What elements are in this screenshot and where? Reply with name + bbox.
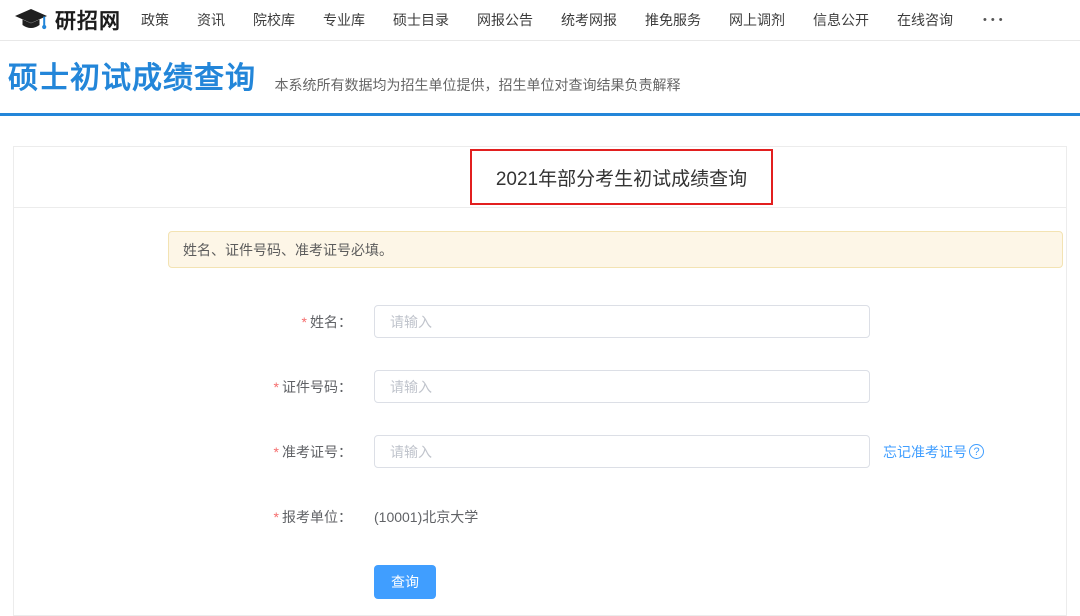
form-row-id-number: *证件号码： <box>14 370 1066 403</box>
question-mark-icon[interactable]: ? <box>969 444 984 459</box>
panel-title: 2021年部分考生初试成绩查询 <box>496 164 747 191</box>
query-form: *姓名： *证件号码： *准考证号： 忘记准考证号? *报考单位： (10001… <box>14 305 1066 598</box>
form-row-admission-ticket: *准考证号： 忘记准考证号? <box>14 435 1066 468</box>
annotation-highlight-box: 2021年部分考生初试成绩查询 <box>470 149 773 205</box>
admission-ticket-input[interactable] <box>374 435 870 468</box>
nav-item-registration-notice[interactable]: 网报公告 <box>477 10 533 30</box>
site-logo[interactable]: 研招网 <box>14 5 121 35</box>
admission-ticket-label: *准考证号： <box>168 442 352 462</box>
required-asterisk: * <box>274 444 279 460</box>
report-unit-label: *报考单位： <box>168 507 352 527</box>
nav-item-info-disclosure[interactable]: 信息公开 <box>813 10 869 30</box>
query-panel: 2021年部分考生初试成绩查询 姓名、证件号码、准考证号必填。 *姓名： *证件… <box>13 146 1067 616</box>
notice-text: 姓名、证件号码、准考证号必填。 <box>183 240 393 260</box>
panel-header: 2021年部分考生初试成绩查询 <box>14 147 1066 208</box>
report-unit-value: (10001)北京大学 <box>374 507 478 527</box>
nav-item-unified-exam-registration[interactable]: 统考网报 <box>561 10 617 30</box>
name-label: *姓名： <box>168 312 352 332</box>
nav-item-online-adjustment[interactable]: 网上调剂 <box>729 10 785 30</box>
required-asterisk: * <box>302 314 307 330</box>
query-button[interactable]: 查询 <box>374 565 436 599</box>
nav-item-college-library[interactable]: 院校库 <box>253 10 295 30</box>
nav-item-exemption-service[interactable]: 推免服务 <box>645 10 701 30</box>
form-row-submit: 查询 <box>14 565 1066 598</box>
top-navigation-bar: 研招网 政策 资讯 院校库 专业库 硕士目录 网报公告 统考网报 推免服务 网上… <box>0 0 1080 41</box>
required-asterisk: * <box>274 509 279 525</box>
form-row-name: *姓名： <box>14 305 1066 338</box>
page-header: 硕士初试成绩查询 本系统所有数据均为招生单位提供，招生单位对查询结果负责解释 <box>0 41 1080 116</box>
nav-item-master-catalog[interactable]: 硕士目录 <box>393 10 449 30</box>
form-row-report-unit: *报考单位： (10001)北京大学 <box>14 500 1066 533</box>
site-logo-text: 研招网 <box>55 5 121 35</box>
nav-item-news[interactable]: 资讯 <box>197 10 225 30</box>
page-subtitle: 本系统所有数据均为招生单位提供，招生单位对查询结果负责解释 <box>274 72 680 98</box>
page-title: 硕士初试成绩查询 <box>8 60 256 98</box>
id-number-input[interactable] <box>374 370 870 403</box>
main-menu: 政策 资讯 院校库 专业库 硕士目录 网报公告 统考网报 推免服务 网上调剂 信… <box>141 10 1007 30</box>
graduation-cap-icon <box>14 8 55 33</box>
nav-item-online-consultation[interactable]: 在线咨询 <box>897 10 953 30</box>
more-menu-icon[interactable]: ••• <box>983 14 1007 26</box>
name-input[interactable] <box>374 305 870 338</box>
id-number-label: *证件号码： <box>168 377 352 397</box>
nav-item-major-library[interactable]: 专业库 <box>323 10 365 30</box>
nav-item-policy[interactable]: 政策 <box>141 10 169 30</box>
required-fields-notice: 姓名、证件号码、准考证号必填。 <box>168 231 1063 268</box>
forgot-ticket-link[interactable]: 忘记准考证号? <box>883 442 984 462</box>
required-asterisk: * <box>274 379 279 395</box>
